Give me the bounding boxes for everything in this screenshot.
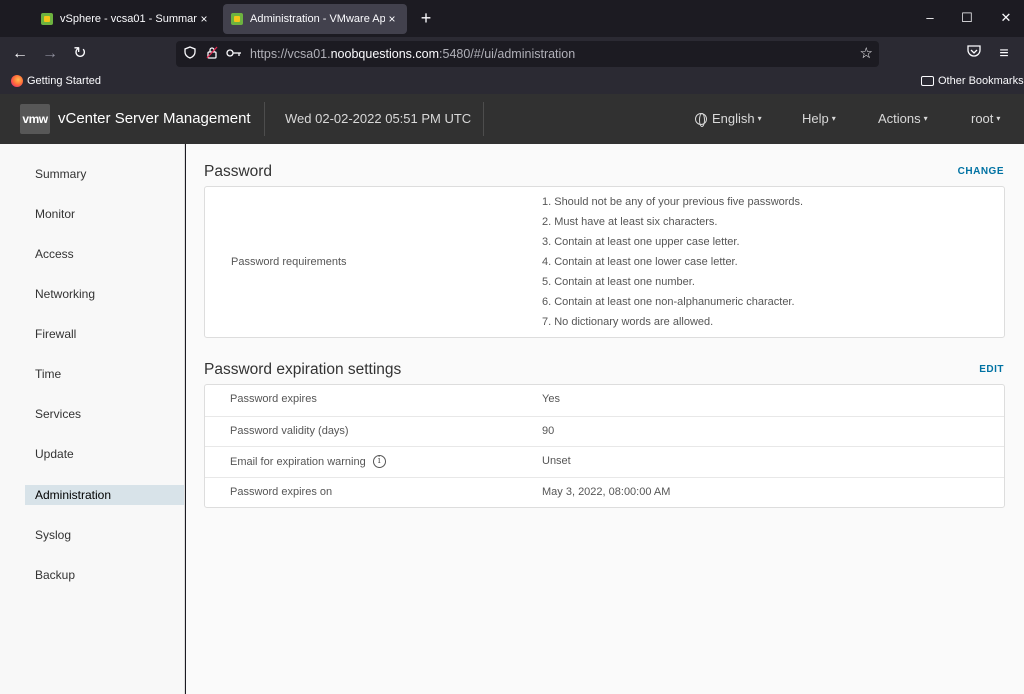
app-title: vCenter Server Management (58, 110, 251, 127)
other-bookmarks[interactable]: Other Bookmarks (921, 75, 1024, 87)
table-row: Email for expiration warning i Unset (205, 446, 1004, 477)
requirement-item: 6. Contain at least one non-alphanumeric… (542, 296, 795, 308)
sidebar-item-access[interactable]: Access (25, 244, 184, 264)
window-close-button[interactable]: ✕ (996, 8, 1016, 28)
forward-button[interactable]: → (39, 43, 61, 65)
tab-title: Administration - VMware Applia (250, 13, 385, 25)
bookmarks-bar: Getting Started Other Bookmarks (0, 71, 1024, 94)
chevron-down-icon: ▾ (923, 114, 928, 123)
browser-nav-bar: ← → ↻ https://vcsa01.noobquestions.com:5… (0, 37, 1024, 71)
requirement-item: 7. No dictionary words are allowed. (542, 316, 714, 328)
expiration-settings-card: Password expires Yes Password validity (… (204, 384, 1005, 508)
language-label: English (712, 111, 755, 126)
browser-tab-administration[interactable]: Administration - VMware Applia × (223, 4, 407, 34)
row-value: May 3, 2022, 08:00:00 AM (542, 486, 671, 498)
password-requirements-list: 1. Should not be any of your previous fi… (542, 195, 803, 335)
row-value: 90 (542, 425, 555, 437)
new-tab-button[interactable]: + (416, 8, 436, 28)
row-value: Yes (542, 393, 560, 405)
change-password-button[interactable]: CHANGE (958, 166, 1004, 177)
header-divider (264, 102, 265, 136)
user-label: root (971, 111, 994, 126)
header-divider (483, 102, 484, 136)
row-label: Email for expiration warning (230, 455, 366, 468)
minimize-button[interactable]: – (920, 8, 940, 28)
password-section-title: Password (204, 163, 273, 180)
sidebar-item-syslog[interactable]: Syslog (25, 525, 184, 545)
url-prefix: https://vcsa01. (250, 47, 331, 61)
chevron-down-icon: ▾ (757, 114, 762, 123)
sidebar-item-update[interactable]: Update (25, 444, 184, 464)
sidebar-item-firewall[interactable]: Firewall (25, 324, 184, 344)
actions-menu[interactable]: Actions ▾ (878, 111, 928, 126)
bookmark-getting-started[interactable]: Getting Started (11, 75, 101, 87)
vsphere-favicon-icon (41, 13, 53, 25)
tab-close-icon[interactable]: × (197, 12, 211, 26)
bookmark-label: Other Bookmarks (938, 75, 1024, 87)
key-icon[interactable] (226, 46, 242, 62)
sidebar-item-time[interactable]: Time (25, 364, 184, 384)
help-label: Help (802, 111, 829, 126)
table-row: Password expires on May 3, 2022, 08:00:0… (205, 477, 1004, 508)
sidebar-nav: Summary Monitor Access Networking Firewa… (0, 144, 185, 694)
reload-button[interactable]: ↻ (69, 43, 91, 65)
main-content: Password CHANGE Password requirements 1.… (186, 144, 1024, 694)
help-menu[interactable]: Help ▾ (802, 111, 836, 126)
actions-label: Actions (878, 111, 921, 126)
requirement-item: 1. Should not be any of your previous fi… (542, 196, 804, 208)
row-label: Password expires on (230, 486, 333, 498)
bookmark-star-icon[interactable]: ☆ (860, 45, 873, 63)
edit-expiration-button[interactable]: EDIT (979, 364, 1004, 375)
sidebar-item-summary[interactable]: Summary (25, 164, 184, 184)
bookmark-label: Getting Started (27, 75, 101, 87)
language-menu[interactable]: English ▾ (695, 111, 762, 127)
requirement-item: 4. Contain at least one lower case lette… (542, 256, 738, 268)
password-requirements-card: Password requirements 1. Should not be a… (204, 186, 1005, 338)
menu-icon[interactable]: ≡ (993, 43, 1015, 65)
back-button[interactable]: ← (9, 43, 31, 65)
row-value: Unset (542, 455, 571, 467)
row-label: Password expires (230, 393, 317, 405)
sidebar-item-networking[interactable]: Networking (25, 284, 184, 304)
app-header: vmw vCenter Server Management Wed 02-02-… (0, 94, 1024, 144)
pocket-icon[interactable] (963, 43, 985, 65)
browser-tab-strip: vSphere - vcsa01 - Summary × Administrat… (0, 0, 1024, 37)
url-text[interactable]: https://vcsa01.noobquestions.com:5480/#/… (250, 47, 575, 61)
table-row: Password expires Yes (205, 385, 1004, 416)
address-bar[interactable]: https://vcsa01.noobquestions.com:5480/#/… (176, 41, 879, 67)
folder-icon (921, 76, 934, 86)
row-label-container: Email for expiration warning i (230, 455, 386, 468)
sidebar-item-administration[interactable]: Administration (25, 485, 184, 505)
sidebar-item-backup[interactable]: Backup (25, 565, 184, 585)
info-icon[interactable]: i (372, 455, 386, 468)
expiration-section-title: Password expiration settings (204, 361, 402, 378)
vmware-favicon-icon (231, 13, 243, 25)
sidebar-item-monitor[interactable]: Monitor (25, 204, 184, 224)
shield-icon[interactable] (182, 46, 198, 62)
requirement-item: 5. Contain at least one number. (542, 276, 695, 288)
user-menu[interactable]: root ▾ (971, 111, 1000, 126)
vmware-logo: vmw (20, 104, 50, 134)
table-row: Password validity (days) 90 (205, 416, 1004, 447)
url-domain: noobquestions.com (330, 47, 440, 61)
tab-close-icon[interactable]: × (385, 12, 399, 26)
requirement-item: 3. Contain at least one upper case lette… (542, 236, 740, 248)
row-label: Password validity (days) (230, 425, 349, 437)
chevron-down-icon: ▾ (831, 114, 836, 123)
lock-icon[interactable] (204, 46, 220, 62)
chevron-down-icon: ▾ (996, 114, 1001, 123)
requirement-item: 2. Must have at least six characters. (542, 216, 718, 228)
globe-icon (695, 112, 707, 127)
browser-tab-vsphere[interactable]: vSphere - vcsa01 - Summary × (33, 4, 219, 34)
firefox-icon (11, 75, 23, 87)
tab-title: vSphere - vcsa01 - Summary (60, 13, 197, 25)
url-suffix: :5480/#/ui/administration (439, 47, 576, 61)
maximize-button[interactable]: ☐ (957, 8, 977, 28)
sidebar-item-services[interactable]: Services (25, 404, 184, 424)
header-datetime: Wed 02-02-2022 05:51 PM UTC (285, 111, 472, 126)
password-requirements-label: Password requirements (231, 256, 347, 268)
